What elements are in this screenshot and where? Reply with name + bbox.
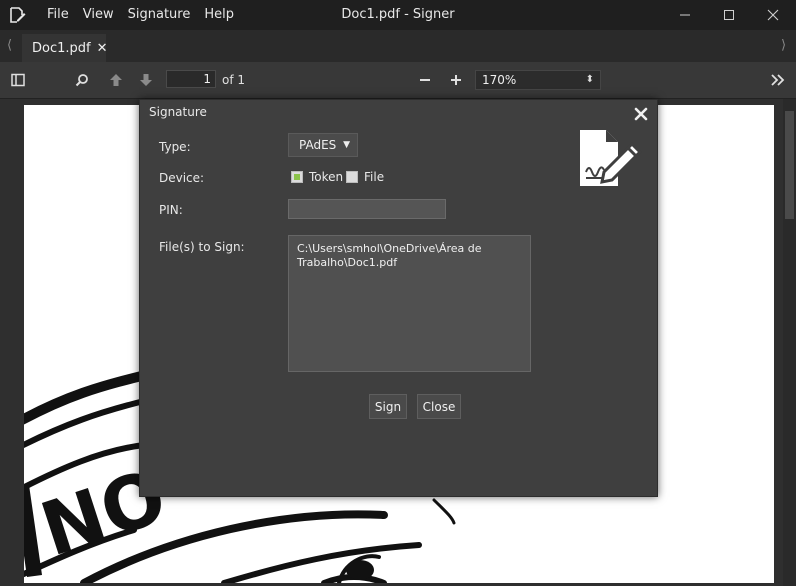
previous-page-button[interactable] (106, 68, 126, 92)
minimize-icon (680, 14, 690, 16)
token-checkbox[interactable] (291, 171, 303, 183)
menu-help[interactable]: Help (197, 0, 241, 30)
search-icon (75, 74, 88, 87)
app-logo-icon (10, 7, 26, 23)
minimize-button[interactable] (662, 0, 708, 30)
file-checkbox[interactable] (346, 171, 358, 183)
menu-signature[interactable]: Signature (121, 0, 198, 30)
tab-doc1[interactable]: Doc1.pdf ✕ (22, 34, 108, 62)
checkbox-checked-mark (294, 174, 300, 180)
zoom-out-icon (420, 79, 430, 81)
dialog-title: Signature (149, 105, 207, 119)
menu-view[interactable]: View (76, 0, 121, 30)
search-button[interactable] (72, 68, 92, 92)
toolbar: 1 of 1 170% ⬍ (0, 62, 796, 99)
pin-input[interactable] (288, 199, 446, 219)
maximize-button[interactable] (706, 0, 752, 30)
tab-label: Doc1.pdf (32, 40, 91, 56)
file-label: File (364, 170, 385, 184)
title-bar: File View Signature Help Doc1.pdf - Sign… (0, 0, 796, 30)
sidebar-toggle-button[interactable] (8, 68, 28, 92)
tab-scroll-right-icon[interactable]: ⟩ (781, 30, 786, 62)
more-tools-button[interactable] (768, 68, 788, 92)
dialog-close-icon[interactable] (633, 106, 649, 122)
menu-file[interactable]: File (40, 0, 76, 30)
sign-button[interactable]: Sign (369, 394, 407, 419)
zoom-value: 170% (482, 73, 517, 87)
vertical-scrollbar[interactable] (783, 99, 796, 586)
type-select[interactable]: PAdES ▼ (288, 133, 358, 157)
next-page-button[interactable] (136, 68, 156, 92)
zoom-select[interactable]: 170% ⬍ (475, 70, 601, 90)
menu-bar: File View Signature Help (40, 0, 241, 30)
pin-label: PIN: (159, 203, 183, 217)
files-label: File(s) to Sign: (159, 240, 245, 254)
zoom-in-button[interactable] (447, 68, 465, 92)
scrollbar-thumb[interactable] (785, 111, 794, 219)
updown-caret-icon: ⬍ (585, 74, 594, 85)
signature-dialog: Signature Type: PAdES ▼ Device: Token Fi… (139, 99, 658, 497)
tab-close-icon[interactable]: ✕ (97, 41, 108, 56)
type-value: PAdES (299, 138, 337, 152)
more-tools-icon (771, 74, 785, 86)
tab-scroll-left-icon[interactable]: ⟨ (7, 30, 12, 62)
signature-document-icon (580, 130, 643, 186)
window-close-button[interactable] (750, 0, 796, 30)
page-number-input[interactable]: 1 (166, 70, 216, 88)
token-label: Token (309, 170, 344, 184)
sidebar-toggle-icon (11, 73, 25, 87)
files-to-sign-textarea[interactable]: C:\Users\smhol\OneDrive\Área de Trabalho… (288, 235, 531, 372)
page-down-icon (140, 74, 152, 86)
zoom-in-icon (451, 75, 461, 85)
close-button[interactable]: Close (417, 394, 461, 419)
page-up-icon (110, 74, 122, 86)
page-count-label: of 1 (222, 73, 246, 87)
type-label: Type: (159, 140, 191, 154)
zoom-out-button[interactable] (416, 68, 434, 92)
device-label: Device: (159, 171, 205, 185)
tab-bar: ⟨ Doc1.pdf ✕ ⟩ (0, 30, 796, 62)
dropdown-caret-icon: ▼ (343, 140, 350, 150)
close-icon (767, 9, 779, 21)
maximize-icon (724, 10, 734, 20)
